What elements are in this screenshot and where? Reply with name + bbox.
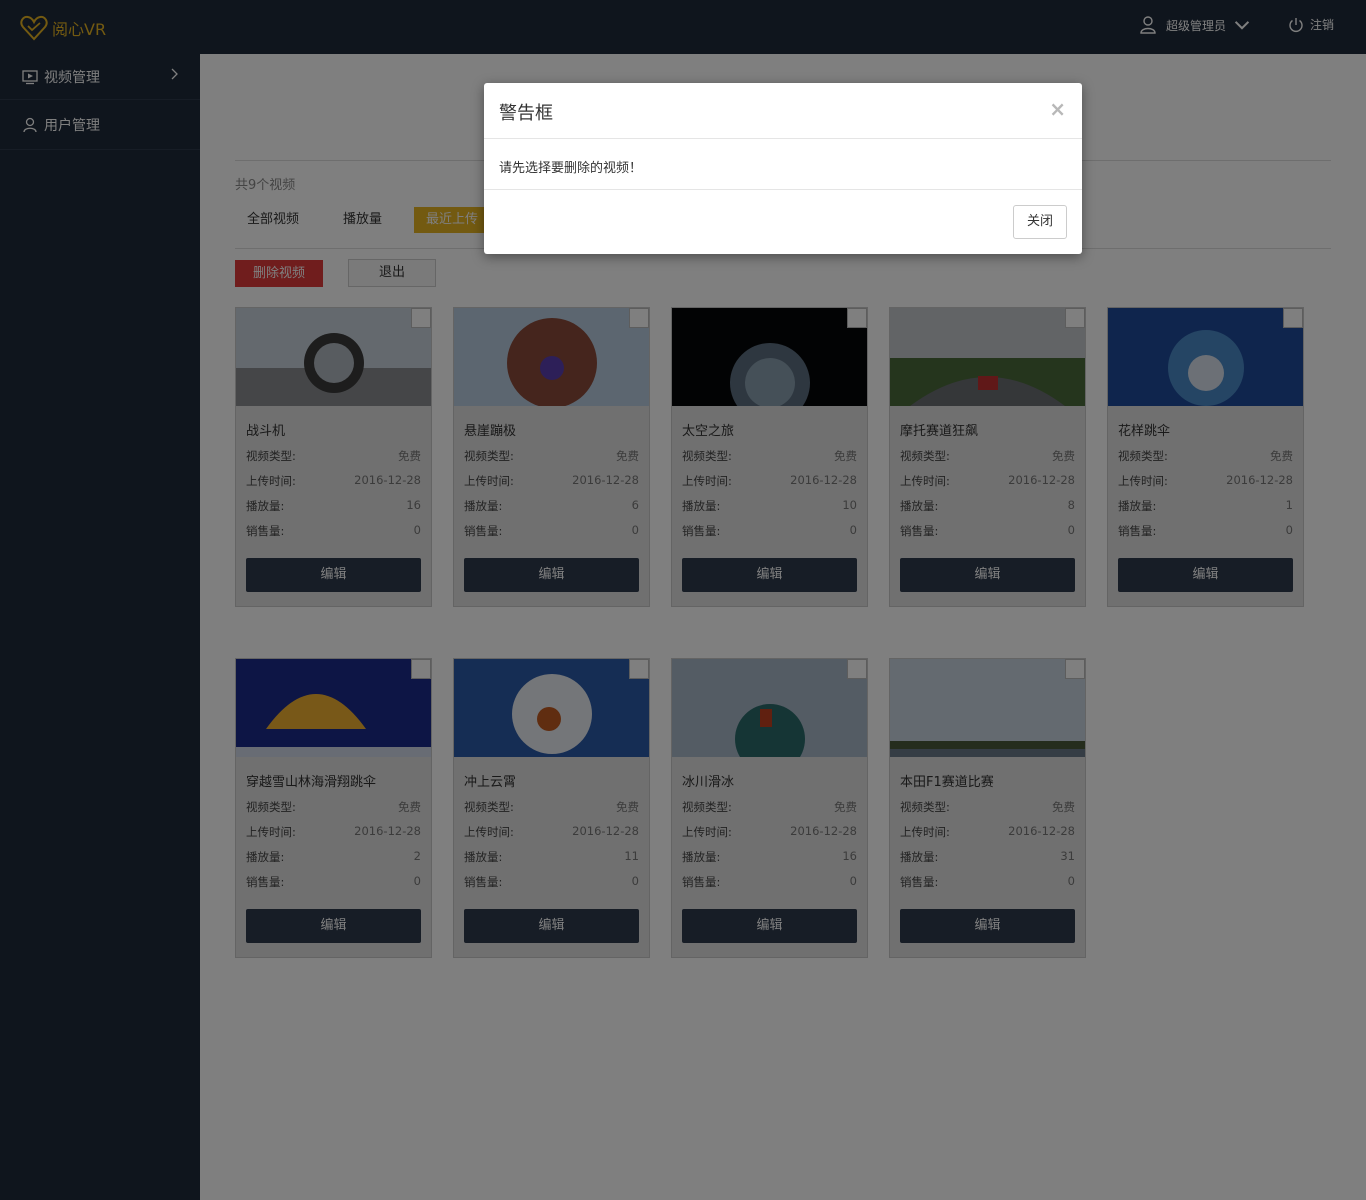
- modal-title: 警告框: [499, 103, 553, 124]
- modal-message: 请先选择要删除的视频！: [484, 139, 1082, 190]
- modal-header: 警告框 ×: [484, 83, 1082, 139]
- close-icon[interactable]: ×: [1049, 97, 1066, 121]
- modal-footer: 关闭: [484, 190, 1082, 254]
- modal-close-button[interactable]: 关闭: [1013, 205, 1067, 239]
- alert-modal: 警告框 × 请先选择要删除的视频！ 关闭: [484, 83, 1082, 254]
